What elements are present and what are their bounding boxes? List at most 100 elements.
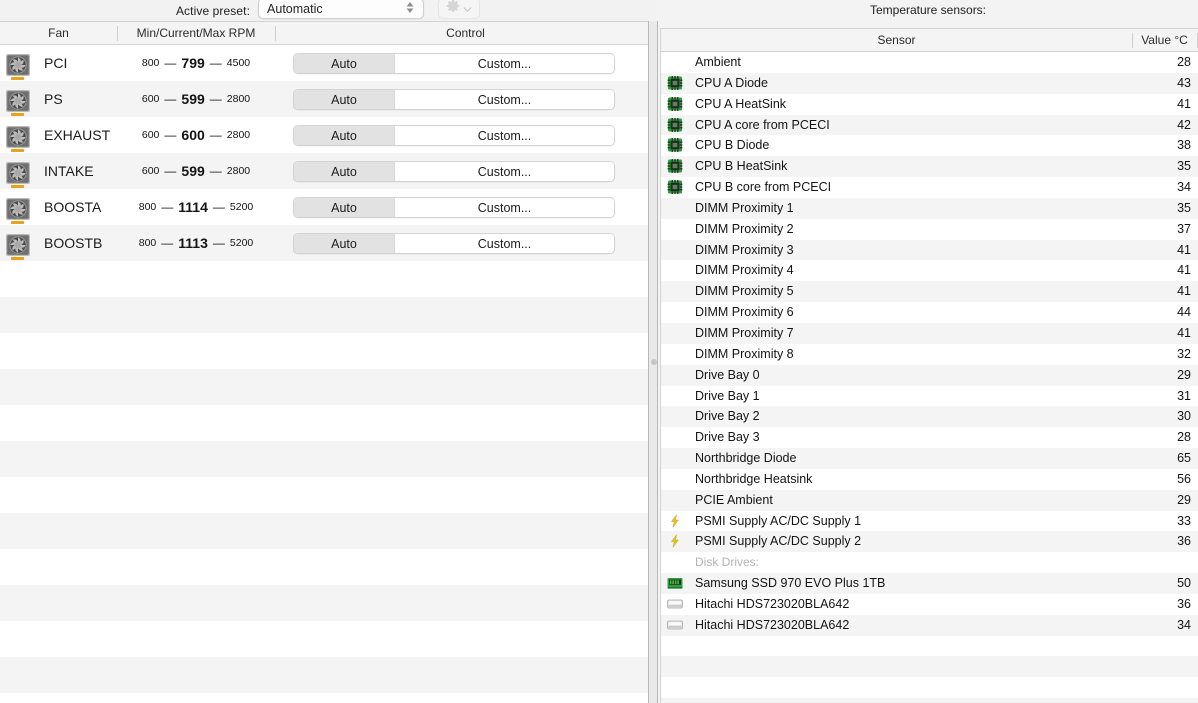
fan-row[interactable]: EXHAUST 600 — 600 — 2800 Auto Custom...	[0, 117, 656, 153]
sensor-column-header-value[interactable]: Value °C	[1132, 29, 1197, 52]
fan-row-empty	[0, 297, 656, 333]
sensor-row[interactable]: PCIE Ambient 29	[661, 489, 1198, 511]
ssd-icon	[667, 576, 683, 590]
fan-control-segmented[interactable]: Auto Custom...	[293, 89, 615, 110]
fan-name: EXHAUST	[44, 127, 111, 143]
panel-splitter[interactable]	[648, 21, 658, 703]
sensor-row[interactable]: Drive Bay 0 29	[661, 364, 1198, 386]
sensor-table-header: Sensor Value °C	[661, 29, 1198, 52]
sensor-group-row[interactable]: Disk Drives:	[661, 552, 1198, 574]
fan-control-custom-button[interactable]: Custom...	[394, 90, 614, 109]
fan-control-auto-button[interactable]: Auto	[294, 126, 394, 145]
sensor-row[interactable]: DIMM Proximity 8 32	[661, 343, 1198, 365]
sensor-value: 36	[1177, 596, 1191, 611]
sensor-row[interactable]: CPU B Diode 38	[661, 135, 1198, 157]
fan-rpm-max: 2800	[226, 129, 251, 141]
sensor-row[interactable]: DIMM Proximity 2 37	[661, 218, 1198, 240]
sensor-row[interactable]: DIMM Proximity 5 41	[661, 281, 1198, 303]
fan-column-header-control[interactable]: Control	[275, 22, 656, 45]
fan-rpm-max: 2800	[226, 165, 251, 177]
sensor-row[interactable]: CPU A Diode 43	[661, 72, 1198, 94]
sensor-row[interactable]: CPU B core from PCECI 34	[661, 177, 1198, 198]
fan-control-custom-button[interactable]: Custom...	[394, 54, 614, 73]
sensor-row[interactable]: PSMI Supply AC/DC Supply 1 33	[661, 510, 1198, 532]
fan-control-segmented[interactable]: Auto Custom...	[293, 161, 615, 182]
sensor-row[interactable]: Drive Bay 1 31	[661, 385, 1198, 407]
sensor-label: DIMM Proximity 1	[695, 200, 794, 215]
fan-row[interactable]: PCI 800 — 799 — 4500 Auto Custom...	[0, 45, 656, 81]
sensor-row[interactable]: Northbridge Diode 65	[661, 448, 1198, 469]
sensor-row[interactable]: Drive Bay 3 28	[661, 427, 1198, 449]
fan-control-segmented[interactable]: Auto Custom...	[293, 53, 615, 74]
fan-control-segmented[interactable]: Auto Custom...	[293, 125, 615, 146]
sensor-panel: Temperature sensors: Sensor Value °C Amb…	[658, 0, 1198, 703]
fan-control-auto-button[interactable]: Auto	[294, 234, 394, 253]
sensor-row[interactable]: DIMM Proximity 4 41	[661, 260, 1198, 282]
sensor-value: 41	[1177, 96, 1191, 111]
sensor-value: 50	[1177, 576, 1191, 591]
fan-rpm-min: 800	[138, 201, 157, 213]
fan-icon	[4, 125, 34, 153]
fan-row[interactable]: BOOSTA 800 — 1114 — 5200 Auto Custom...	[0, 189, 656, 225]
sensor-row[interactable]: DIMM Proximity 6 44	[661, 302, 1198, 323]
sensor-row[interactable]: DIMM Proximity 7 41	[661, 322, 1198, 344]
sensor-value: 34	[1177, 617, 1191, 632]
rpm-dash-icon: —	[209, 164, 222, 178]
sensor-row[interactable]: CPU A core from PCECI 42	[661, 114, 1198, 136]
fan-row-empty	[0, 441, 656, 477]
active-preset-select[interactable]: Automatic	[258, 0, 425, 19]
fan-rpm-range: 800 — 1113 — 5200	[118, 225, 274, 261]
rpm-dash-icon: —	[161, 236, 174, 250]
splitter-grip-icon	[651, 359, 657, 365]
rpm-dash-icon: —	[212, 236, 225, 250]
rpm-dash-icon: —	[164, 56, 177, 70]
sensor-label: CPU B Diode	[695, 138, 770, 153]
chip-icon	[667, 138, 683, 153]
sensor-row[interactable]: CPU B HeatSink 35	[661, 156, 1198, 178]
fan-rpm-current: 1113	[178, 235, 208, 251]
gear-icon	[446, 0, 460, 18]
fan-rpm-range: 600 — 599 — 2800	[118, 153, 274, 189]
sensor-row[interactable]: Hitachi HDS723020BLA642 36	[661, 593, 1198, 615]
chevron-updown-icon	[405, 0, 415, 17]
sensor-value: 34	[1177, 180, 1191, 195]
fan-control-segmented[interactable]: Auto Custom...	[293, 197, 615, 218]
fan-column-header-rpm[interactable]: Min/Current/Max RPM	[117, 22, 275, 45]
fan-control-auto-button[interactable]: Auto	[294, 162, 394, 181]
sensor-row[interactable]: Hitachi HDS723020BLA642 34	[661, 614, 1198, 636]
fan-control-auto-button[interactable]: Auto	[294, 90, 394, 109]
sensor-column-header-sensor[interactable]: Sensor	[661, 29, 1132, 52]
fan-icon	[4, 161, 34, 189]
sensor-row[interactable]: Samsung SSD 970 EVO Plus 1TB 50	[661, 573, 1198, 594]
preset-actions-button[interactable]	[438, 0, 481, 19]
sensor-value: 31	[1177, 388, 1191, 403]
sensor-value: 41	[1177, 325, 1191, 340]
fan-rpm-max: 2800	[226, 93, 251, 105]
active-preset-value: Automatic	[267, 1, 323, 16]
sensor-value: 56	[1177, 471, 1191, 486]
sensor-row[interactable]: Northbridge Heatsink 56	[661, 468, 1198, 490]
fan-row-empty	[0, 657, 656, 693]
fan-control-segmented[interactable]: Auto Custom...	[293, 233, 615, 254]
fan-row[interactable]: INTAKE 600 — 599 — 2800 Auto Custom...	[0, 153, 656, 189]
sensor-row[interactable]: CPU A HeatSink 41	[661, 93, 1198, 115]
sensor-row[interactable]: DIMM Proximity 1 35	[661, 197, 1198, 219]
fan-row[interactable]: PS 600 — 599 — 2800 Auto Custom...	[0, 81, 656, 117]
fan-control-custom-button[interactable]: Custom...	[394, 126, 614, 145]
sensor-row[interactable]: PSMI Supply AC/DC Supply 2 36	[661, 531, 1198, 553]
fan-control-custom-button[interactable]: Custom...	[394, 162, 614, 181]
fan-control-custom-button[interactable]: Custom...	[394, 198, 614, 217]
fan-row-empty	[0, 333, 656, 369]
bolt-icon	[667, 514, 683, 528]
sensor-row[interactable]: DIMM Proximity 3 41	[661, 239, 1198, 261]
sensor-row[interactable]: Ambient 28	[661, 52, 1198, 73]
fan-control-custom-button[interactable]: Custom...	[394, 234, 614, 253]
fan-control-auto-button[interactable]: Auto	[294, 54, 394, 73]
fan-row[interactable]: BOOSTB 800 — 1113 — 5200 Auto Custom...	[0, 225, 656, 261]
sensor-row[interactable]: Drive Bay 2 30	[661, 406, 1198, 428]
fan-column-header-fan[interactable]: Fan	[0, 22, 117, 45]
sensor-value: 29	[1177, 367, 1191, 382]
bolt-icon	[667, 534, 683, 548]
fan-control-auto-button[interactable]: Auto	[294, 198, 394, 217]
sensor-label: CPU B HeatSink	[695, 159, 788, 174]
